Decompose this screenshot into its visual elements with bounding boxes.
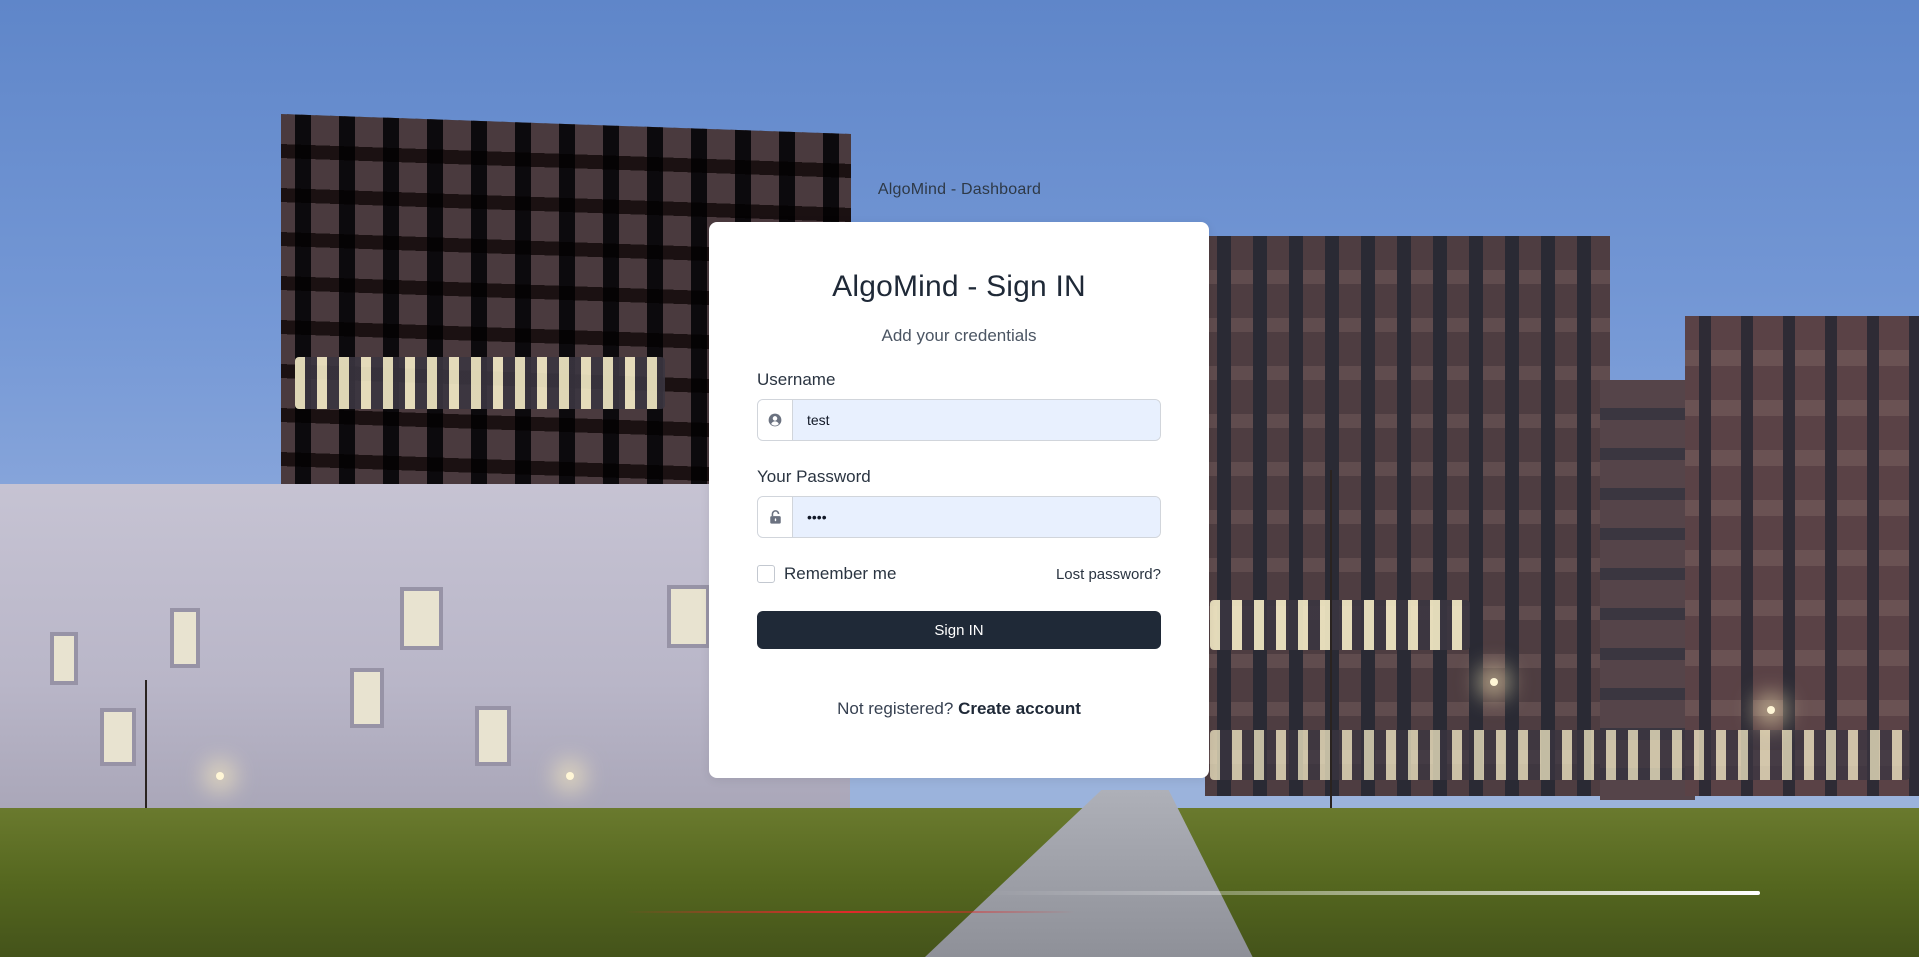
lost-password-link[interactable]: Lost password? xyxy=(1056,566,1161,583)
card-subtitle: Add your credentials xyxy=(881,326,1037,345)
light-streak-red xyxy=(625,911,1075,913)
username-input[interactable] xyxy=(793,400,1160,440)
username-label: Username xyxy=(757,370,836,389)
lamp xyxy=(566,772,574,780)
window xyxy=(50,632,78,685)
password-input[interactable] xyxy=(793,497,1160,537)
page-header: AlgoMind - Dashboard xyxy=(877,181,1042,198)
light-streak xyxy=(980,891,1760,895)
window xyxy=(400,587,443,650)
unlock-icon xyxy=(758,497,793,537)
password-label: Your Password xyxy=(757,467,871,486)
remember-row: Remember me Lost password? xyxy=(757,564,1161,584)
lit-windows xyxy=(295,357,665,409)
tree xyxy=(1330,470,1332,810)
remember-label: Remember me xyxy=(784,564,897,583)
signin-card: AlgoMind - Sign IN Add your credentials … xyxy=(709,222,1209,778)
window xyxy=(667,585,710,648)
remember-checkbox[interactable] xyxy=(757,565,775,583)
building-far-right xyxy=(1685,316,1919,796)
signin-button[interactable]: Sign IN xyxy=(757,611,1161,649)
register-prompt: Not registered? Create account xyxy=(757,699,1161,719)
lit-windows xyxy=(1210,730,1910,780)
create-account-link[interactable]: Create account xyxy=(958,699,1081,718)
lamp xyxy=(1767,706,1775,714)
user-circle-icon xyxy=(758,400,793,440)
password-input-group xyxy=(757,496,1161,538)
building-right xyxy=(1205,236,1610,796)
window xyxy=(100,708,136,766)
window xyxy=(170,608,200,668)
lit-windows xyxy=(1210,600,1470,650)
window xyxy=(350,668,384,728)
lamp xyxy=(216,772,224,780)
register-text: Not registered? xyxy=(837,699,954,718)
lamp xyxy=(1490,678,1498,686)
username-input-group xyxy=(757,399,1161,441)
remember-me[interactable]: Remember me xyxy=(757,564,896,584)
window xyxy=(475,706,511,766)
card-title: AlgoMind - Sign IN xyxy=(832,270,1086,303)
